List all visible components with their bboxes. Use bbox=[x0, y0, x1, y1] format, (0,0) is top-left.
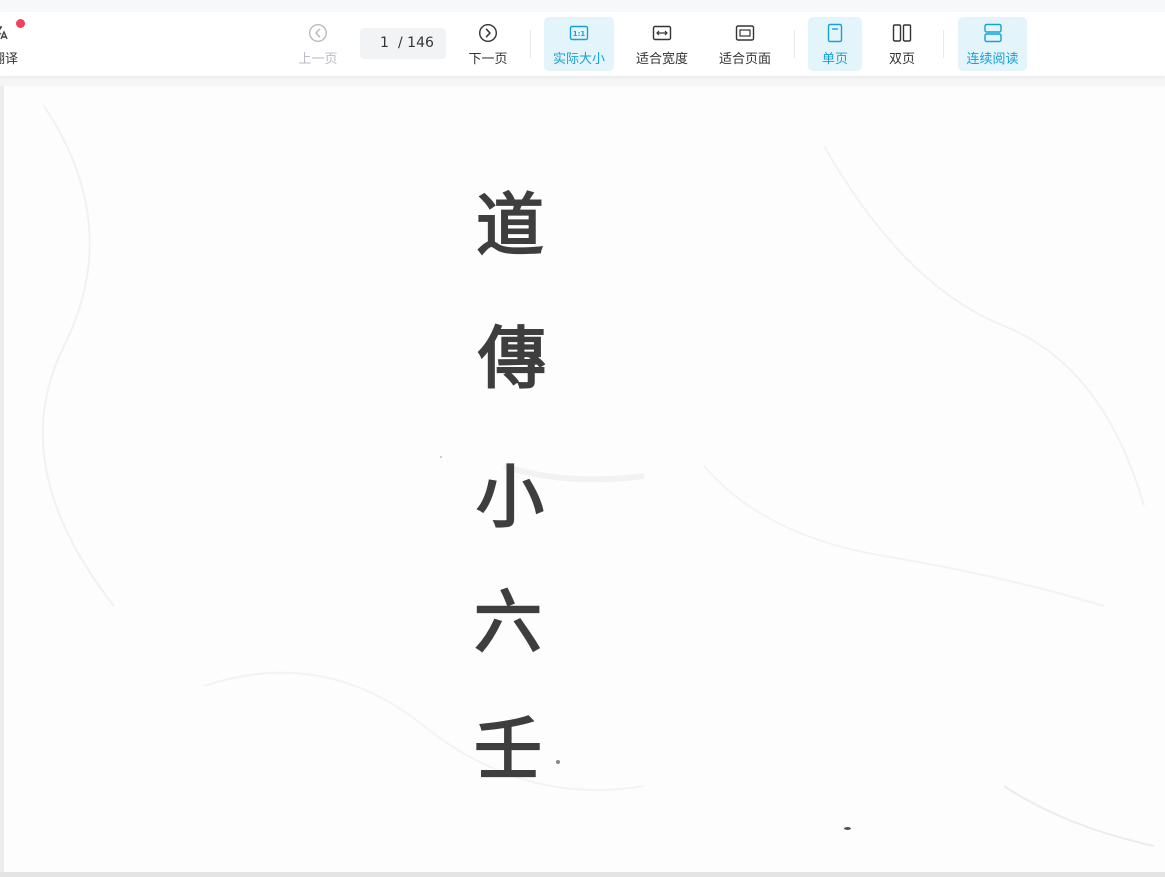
toolbar-divider bbox=[794, 30, 795, 58]
total-pages: / 146 bbox=[398, 35, 434, 51]
actual-size-icon: 1:1 bbox=[569, 25, 589, 41]
chevron-right-circle-icon bbox=[478, 23, 498, 43]
title-char: 壬 bbox=[473, 710, 542, 790]
fit-width-button[interactable]: 适合宽度 bbox=[628, 17, 696, 71]
fit-page-button[interactable]: 适合页面 bbox=[711, 17, 779, 71]
prev-page-label: 上一页 bbox=[298, 52, 338, 67]
translate-icon bbox=[0, 26, 8, 40]
fit-width-label: 适合宽度 bbox=[635, 52, 688, 67]
document-page[interactable]: 道 傳 小 六 壬 bbox=[4, 86, 1165, 877]
chevron-left-circle-icon bbox=[308, 23, 328, 43]
single-page-icon bbox=[827, 23, 843, 43]
fit-page-icon bbox=[735, 25, 755, 41]
paper-speck bbox=[556, 760, 560, 764]
paper-speck bbox=[440, 456, 442, 458]
toolbar: 翻译 上一页 1 / 146 下一页 1:1 实际大小 bbox=[0, 0, 1165, 76]
title-char: 傳 bbox=[477, 319, 546, 399]
toolbar-top-strip bbox=[0, 0, 1165, 12]
actual-size-icon-text: 1:1 bbox=[573, 30, 586, 38]
fit-width-icon bbox=[652, 25, 672, 41]
next-page-label: 下一页 bbox=[468, 52, 508, 67]
double-page-label: 双页 bbox=[888, 52, 915, 67]
actual-size-button[interactable]: 1:1 实际大小 bbox=[544, 17, 614, 71]
current-page-input[interactable]: 1 bbox=[380, 35, 389, 51]
continuous-read-label: 连续阅读 bbox=[966, 52, 1019, 67]
page-bottom-edge bbox=[0, 872, 1165, 877]
page-number-field[interactable]: 1 / 146 bbox=[360, 28, 446, 59]
title-char: 小 bbox=[475, 458, 544, 538]
continuous-read-button[interactable]: 连续阅读 bbox=[958, 17, 1027, 71]
notification-dot bbox=[16, 19, 25, 28]
actual-size-label: 实际大小 bbox=[552, 52, 605, 67]
single-page-button[interactable]: 单页 bbox=[808, 17, 862, 71]
paper-texture bbox=[41, 105, 1155, 847]
double-page-button[interactable]: 双页 bbox=[875, 17, 929, 71]
toolbar-divider bbox=[530, 30, 531, 58]
translate-button[interactable]: 翻译 bbox=[0, 19, 32, 68]
fit-page-label: 适合页面 bbox=[718, 52, 771, 67]
translate-label: 翻译 bbox=[0, 52, 19, 67]
title-char: 道 bbox=[475, 186, 544, 266]
next-page-button[interactable]: 下一页 bbox=[460, 17, 516, 71]
prev-page-button[interactable]: 上一页 bbox=[290, 17, 346, 71]
paper-speck bbox=[844, 827, 851, 830]
title-char: 六 bbox=[473, 583, 542, 663]
single-page-label: 单页 bbox=[821, 52, 848, 67]
continuous-read-icon bbox=[983, 23, 1002, 43]
toolbar-divider bbox=[943, 30, 944, 58]
double-page-icon bbox=[892, 24, 912, 42]
